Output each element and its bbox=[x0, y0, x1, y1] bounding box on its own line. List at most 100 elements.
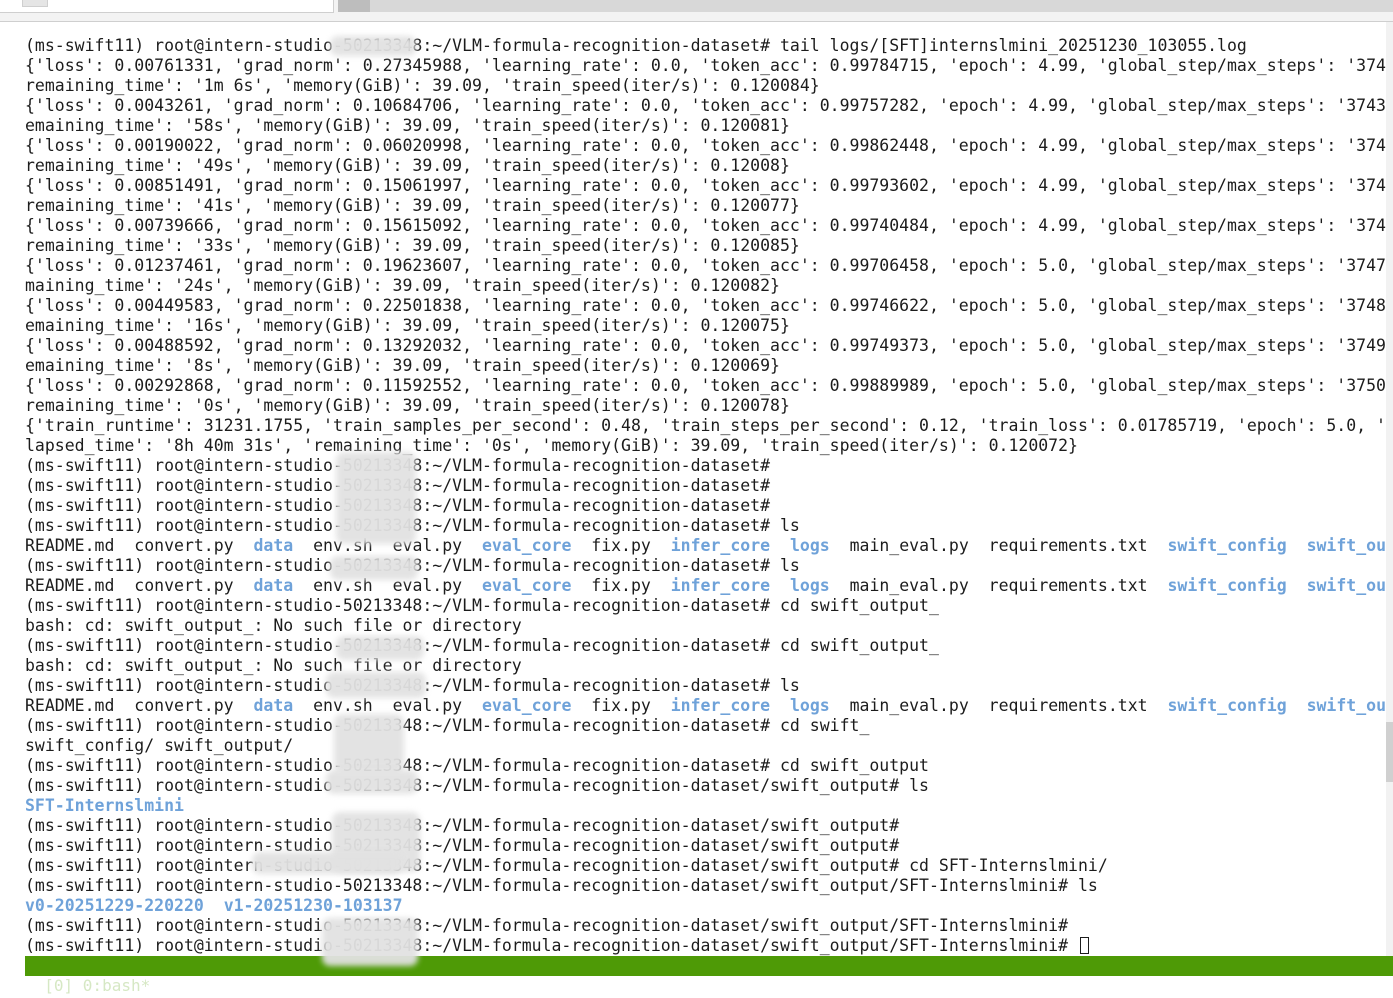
terminal-line: remaining_time': '41s', 'memory(GiB)': 3… bbox=[25, 196, 1393, 216]
terminal-line: {'loss': 0.00761331, 'grad_norm': 0.2734… bbox=[25, 56, 1393, 76]
redaction-blur bbox=[330, 556, 418, 580]
redaction-blur bbox=[326, 770, 418, 794]
terminal-line: {'loss': 0.00488592, 'grad_norm': 0.1329… bbox=[25, 336, 1393, 356]
window-tab-bar bbox=[0, 0, 1393, 22]
terminal-line: (ms-swift11) root@intern-studio-50213348… bbox=[25, 716, 1393, 736]
terminal-text: remaining_time': '33s', 'memory(GiB)': 3… bbox=[25, 236, 800, 255]
terminal-text: fix.py bbox=[571, 576, 671, 595]
terminal-line: (ms-swift11) root@intern-studio-50213348… bbox=[25, 516, 1393, 536]
tmux-status-bar: [0] 0:bash* bbox=[25, 956, 1393, 995]
terminal-line: (ms-swift11) root@intern-studio-50213348… bbox=[25, 636, 1393, 656]
terminal-text: main_eval.py requirements.txt bbox=[829, 536, 1168, 555]
terminal-line: emaining_time': '8s', 'memory(GiB)': 39.… bbox=[25, 356, 1393, 376]
redaction-blur bbox=[322, 918, 418, 966]
terminal-text: remaining_time': '49s', 'memory(GiB)': 3… bbox=[25, 156, 790, 175]
window-tab[interactable] bbox=[0, 0, 334, 13]
tab-handle[interactable] bbox=[22, 0, 48, 7]
terminal-text: remaining_time': '0s', 'memory(GiB)': 39… bbox=[25, 396, 790, 415]
terminal-text: {'loss': 0.0043261, 'grad_norm': 0.10684… bbox=[25, 96, 1386, 115]
terminal-text: (ms-swift11) root@intern-studio-50213348… bbox=[25, 636, 939, 655]
terminal-text: (ms-swift11) root@intern-studio-50213348… bbox=[25, 816, 900, 835]
redaction-blur bbox=[326, 672, 426, 698]
terminal-text: remaining_time': '41s', 'memory(GiB)': 3… bbox=[25, 196, 800, 215]
terminal-line: emaining_time': '16s', 'memory(GiB)': 39… bbox=[25, 316, 1393, 336]
terminal-line: bash: cd: swift_output_: No such file or… bbox=[25, 616, 1393, 636]
terminal-line: (ms-swift11) root@intern-studio-50213348… bbox=[25, 556, 1393, 576]
redaction-blur bbox=[336, 636, 424, 660]
directory-entry: logs bbox=[789, 576, 830, 595]
terminal-line: (ms-swift11) root@intern-studio-50213348… bbox=[25, 456, 1393, 476]
terminal-line: (ms-swift11) root@intern-studio-50213348… bbox=[25, 856, 1393, 876]
terminal-line: (ms-swift11) root@intern-studio-50213348… bbox=[25, 936, 1393, 956]
terminal-text: (ms-swift11) root@intern-studio-50213348… bbox=[25, 836, 900, 855]
terminal-line: SFT-Internslmini bbox=[25, 796, 1393, 816]
terminal-line: (ms-swift11) root@intern-studio-50213348… bbox=[25, 476, 1393, 496]
terminal-text: README.md convert.py bbox=[25, 536, 254, 555]
redaction-blur bbox=[330, 36, 416, 56]
terminal-line: (ms-swift11) root@intern-studio-50213348… bbox=[25, 776, 1393, 796]
vertical-scrollbar[interactable] bbox=[1386, 22, 1393, 956]
directory-entry: swift_config bbox=[1167, 696, 1287, 715]
directory-entry: swift_output bbox=[1306, 696, 1393, 715]
tmux-window-label[interactable]: [0] 0:bash* bbox=[44, 976, 150, 995]
directory-entry: infer_core bbox=[670, 536, 771, 555]
directory-entry: eval_core bbox=[481, 696, 572, 715]
terminal-line: maining_time': '24s', 'memory(GiB)': 39.… bbox=[25, 276, 1393, 296]
terminal-text: {'loss': 0.01237461, 'grad_norm': 0.1962… bbox=[25, 256, 1386, 275]
directory-entry: SFT-Internslmini bbox=[25, 796, 184, 815]
terminal-text: {'loss': 0.00739666, 'grad_norm': 0.1561… bbox=[25, 216, 1386, 235]
terminal-text: swift_config/ swift_output/ bbox=[25, 736, 294, 755]
terminal-line: {'loss': 0.0043261, 'grad_norm': 0.10684… bbox=[25, 96, 1393, 116]
directory-entry: data bbox=[253, 576, 294, 595]
terminal-line: {'train_runtime': 31231.1755, 'train_sam… bbox=[25, 416, 1393, 436]
directory-entry: swift_output bbox=[1306, 576, 1393, 595]
terminal-line: {'loss': 0.00292868, 'grad_norm': 0.1159… bbox=[25, 376, 1393, 396]
terminal-line: (ms-swift11) root@intern-studio-50213348… bbox=[25, 816, 1393, 836]
terminal-text: maining_time': '24s', 'memory(GiB)': 39.… bbox=[25, 276, 780, 295]
terminal-text: (ms-swift11) root@intern-studio-50213348… bbox=[25, 36, 1247, 55]
terminal-line: (ms-swift11) root@intern-studio-50213348… bbox=[25, 836, 1393, 856]
terminal-line: README.md convert.py data env.sh eval.py… bbox=[25, 696, 1393, 716]
terminal-line: lapsed_time': '8h 40m 31s', 'remaining_t… bbox=[25, 436, 1393, 456]
directory-entry: v0-20251229-220220 bbox=[25, 896, 204, 915]
terminal-text: (ms-swift11) root@intern-studio-50213348… bbox=[25, 936, 1078, 955]
terminal-text: fix.py bbox=[571, 696, 671, 715]
terminal-line: {'loss': 0.00851491, 'grad_norm': 0.1506… bbox=[25, 176, 1393, 196]
directory-entry: eval_core bbox=[481, 576, 572, 595]
terminal-text: emaining_time': '16s', 'memory(GiB)': 39… bbox=[25, 316, 790, 335]
directory-entry: logs bbox=[789, 696, 830, 715]
terminal-line: swift_config/ swift_output/ bbox=[25, 736, 1393, 756]
directory-entry: infer_core bbox=[670, 696, 771, 715]
terminal-text: {'loss': 0.00761331, 'grad_norm': 0.2734… bbox=[25, 56, 1386, 75]
terminal-line: README.md convert.py data env.sh eval.py… bbox=[25, 576, 1393, 596]
terminal-text: lapsed_time': '8h 40m 31s', 'remaining_t… bbox=[25, 436, 1078, 455]
directory-entry: eval_core bbox=[481, 536, 572, 555]
terminal-line: (ms-swift11) root@intern-studio-50213348… bbox=[25, 496, 1393, 516]
terminal-text: env.sh eval.py bbox=[293, 696, 482, 715]
terminal-text: (ms-swift11) root@intern-studio-50213348… bbox=[25, 776, 929, 795]
horizontal-scroll-track[interactable] bbox=[338, 0, 1393, 12]
horizontal-scroll-thumb[interactable] bbox=[338, 0, 370, 12]
terminal-line: README.md convert.py data env.sh eval.py… bbox=[25, 536, 1393, 556]
terminal-line: remaining_time': '0s', 'memory(GiB)': 39… bbox=[25, 396, 1393, 416]
terminal-text: (ms-swift11) root@intern-studio-50213348… bbox=[25, 856, 1108, 875]
terminal-text: (ms-swift11) root@intern-studio-50213348… bbox=[25, 916, 1069, 935]
terminal-text: fix.py bbox=[571, 536, 671, 555]
terminal-text: emaining_time': '58s', 'memory(GiB)': 39… bbox=[25, 116, 790, 135]
terminal-text: {'loss': 0.00292868, 'grad_norm': 0.1159… bbox=[25, 376, 1386, 395]
terminal-cursor bbox=[1080, 937, 1089, 954]
terminal-text: main_eval.py requirements.txt bbox=[829, 696, 1168, 715]
vertical-scroll-thumb[interactable] bbox=[1386, 722, 1393, 782]
terminal-line: remaining_time': '1m 6s', 'memory(GiB)':… bbox=[25, 76, 1393, 96]
terminal-line: (ms-swift11) root@intern-studio-50213348… bbox=[25, 916, 1393, 936]
terminal-text: README.md convert.py bbox=[25, 576, 254, 595]
terminal-output[interactable]: (ms-swift11) root@intern-studio-50213348… bbox=[25, 36, 1393, 956]
terminal-text: bash: cd: swift_output_: No such file or… bbox=[25, 656, 522, 675]
redaction-blur bbox=[336, 452, 416, 544]
terminal-line: {'loss': 0.00449583, 'grad_norm': 0.2250… bbox=[25, 296, 1393, 316]
terminal-line: {'loss': 0.01237461, 'grad_norm': 0.1962… bbox=[25, 256, 1393, 276]
